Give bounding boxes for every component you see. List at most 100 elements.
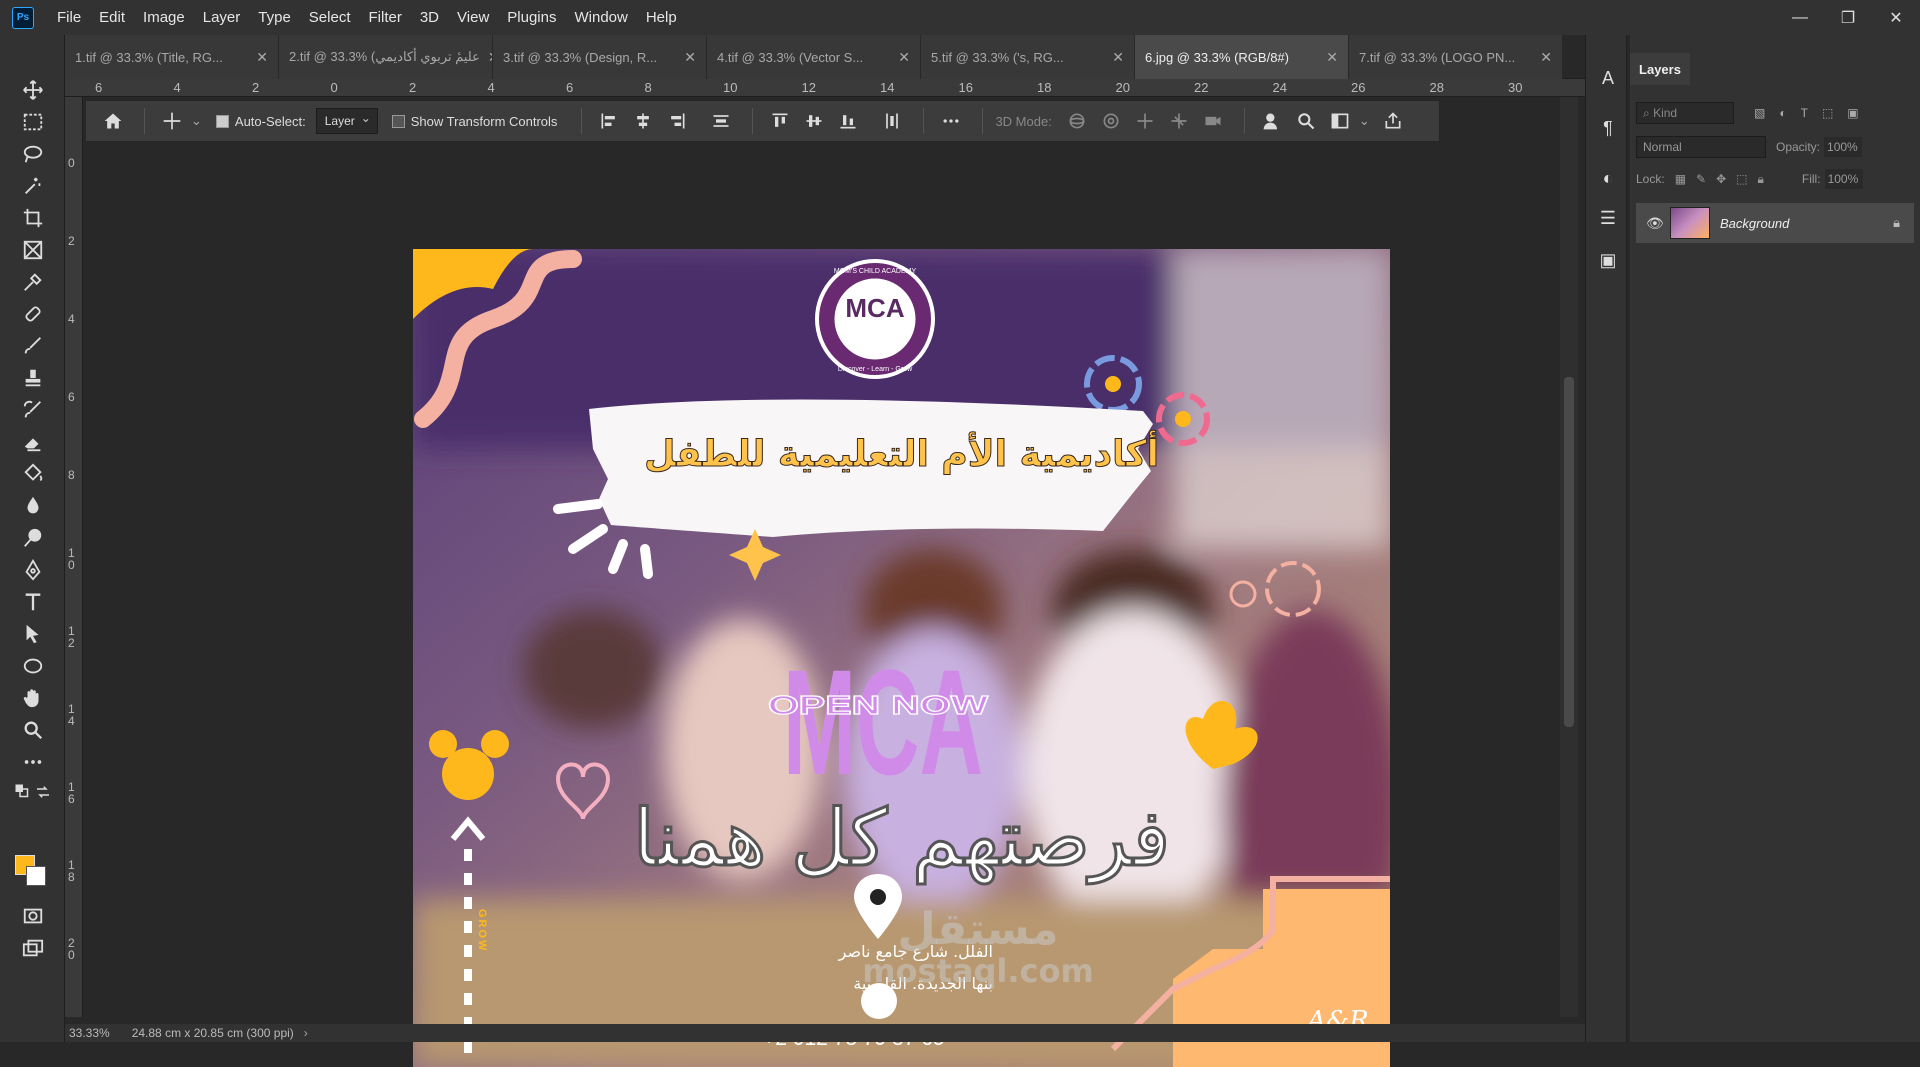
ruler-top[interactable]: 6 4 2 0 2 4 6 8 10 12 14 16 18 20 22 24 26 28 30 [65, 79, 1585, 97]
filter-pixel-icon[interactable]: ▧ [1754, 106, 1765, 120]
adjustments-panel-icon[interactable]: ◐ [1595, 165, 1621, 191]
swap-colors-icon[interactable] [34, 783, 52, 801]
ellipse-tool-icon[interactable] [16, 651, 50, 681]
close-icon[interactable]: ✕ [1112, 49, 1124, 66]
share-icon[interactable] [1378, 106, 1408, 136]
auto-select-checkbox[interactable] [215, 114, 229, 128]
menu-filter[interactable]: Filter [360, 0, 411, 35]
quick-mask-icon[interactable] [16, 901, 50, 931]
menu-edit[interactable]: Edit [90, 0, 134, 35]
layer-row-background[interactable]: 👁︎ Background 🔒︎ [1636, 203, 1914, 243]
opacity-input[interactable]: 100% [1824, 137, 1863, 157]
chevron-down-icon[interactable]: ⌄ [191, 113, 202, 129]
tab-3[interactable]: 3.tif @ 33.3% (Design, R... ✕ [493, 35, 707, 79]
align-center-icon[interactable] [628, 106, 658, 136]
frame-tool-icon[interactable] [16, 235, 50, 265]
minimize-icon[interactable]: — [1776, 0, 1824, 35]
lasso-tool-icon[interactable] [16, 139, 50, 169]
restore-icon[interactable]: ❐ [1824, 0, 1872, 35]
workspace-icon[interactable] [1325, 106, 1355, 136]
zoom-level[interactable]: 33.33% [69, 1026, 110, 1040]
chevron-down-icon[interactable]: ⌄ [1359, 113, 1370, 129]
ruler-left[interactable]: 0 2 4 6 8 10 12 14 16 18 20 [65, 97, 83, 1017]
close-icon[interactable]: ✕ [1326, 49, 1338, 66]
close-icon[interactable]: ✕ [1540, 49, 1552, 66]
tab-layers[interactable]: Layers [1630, 53, 1690, 85]
3d-slide-icon[interactable] [1164, 106, 1194, 136]
healing-brush-icon[interactable] [16, 299, 50, 329]
close-icon[interactable]: ✕ [684, 49, 696, 66]
close-icon[interactable]: ✕ [898, 49, 910, 66]
photoshop-logo-icon[interactable]: Ps [12, 6, 34, 29]
user-search-icon[interactable] [1257, 106, 1287, 136]
canvas-area[interactable]: MCA MOM'S CHILD ACADEMY Discover - Learn… [83, 97, 1560, 1067]
menu-file[interactable]: File [48, 0, 90, 35]
tab-7[interactable]: 7.tif @ 33.3% (LOGO PN... ✕ [1349, 35, 1563, 79]
distribute-vertical-icon[interactable] [877, 106, 907, 136]
menu-image[interactable]: Image [134, 0, 194, 35]
tab-6-active[interactable]: 6.jpg @ 33.3% (RGB/8#) ✕ [1135, 35, 1349, 79]
menu-window[interactable]: Window [565, 0, 636, 35]
lock-icon[interactable]: 🔒︎ [1893, 215, 1900, 231]
tab-1[interactable]: 1.tif @ 33.3% (Title, RG... ✕ [65, 35, 279, 79]
paint-bucket-icon[interactable] [16, 459, 50, 489]
vertical-scrollbar[interactable] [1560, 97, 1578, 1017]
paragraph-panel-icon[interactable]: ¶ [1595, 115, 1621, 141]
menu-help[interactable]: Help [637, 0, 686, 35]
kind-filter[interactable]: ⌕ Kind [1636, 102, 1734, 124]
lock-transparency-icon[interactable]: ▦ [1675, 172, 1686, 186]
eraser-tool-icon[interactable] [16, 427, 50, 457]
screen-mode-icon[interactable] [16, 933, 50, 963]
lock-pixels-icon[interactable]: ✎ [1696, 172, 1706, 186]
blend-mode-dropdown[interactable]: Normal [1636, 136, 1766, 158]
menu-3d[interactable]: 3D [411, 0, 448, 35]
hand-tool-icon[interactable] [16, 683, 50, 713]
home-icon[interactable] [98, 106, 128, 136]
filter-smart-icon[interactable]: ▣ [1847, 106, 1858, 120]
close-icon[interactable]: ✕ [1872, 0, 1920, 35]
crop-tool-icon[interactable] [16, 203, 50, 233]
lock-all-icon[interactable]: 🔒︎ [1758, 172, 1764, 187]
align-top-icon[interactable] [765, 106, 795, 136]
lock-position-icon[interactable]: ✥ [1716, 172, 1726, 186]
3d-camera-icon[interactable] [1198, 106, 1228, 136]
type-tool-icon[interactable] [16, 587, 50, 617]
show-transform-checkbox[interactable] [391, 114, 405, 128]
stamp-tool-icon[interactable] [16, 363, 50, 393]
align-left-icon[interactable] [594, 106, 624, 136]
menu-select[interactable]: Select [300, 0, 360, 35]
filter-shape-icon[interactable]: ⬚ [1822, 106, 1833, 120]
close-icon[interactable]: ✕ [256, 49, 268, 66]
scrollbar-thumb[interactable] [1564, 377, 1574, 727]
zoom-tool-icon[interactable] [16, 715, 50, 745]
move-tool-icon[interactable] [157, 106, 187, 136]
menu-view[interactable]: View [448, 0, 498, 35]
menu-type[interactable]: Type [249, 0, 300, 35]
filter-adjustment-icon[interactable]: ◐ [1779, 106, 1786, 120]
align-middle-icon[interactable] [799, 106, 829, 136]
path-selection-icon[interactable] [16, 619, 50, 649]
tab-5[interactable]: 5.tif @ 33.3% ('s, RG... ✕ [921, 35, 1135, 79]
menu-plugins[interactable]: Plugins [498, 0, 565, 35]
brush-tool-icon[interactable] [16, 331, 50, 361]
distribute-icon[interactable] [706, 106, 736, 136]
chevron-right-icon[interactable]: › [304, 1026, 308, 1040]
auto-select-dropdown[interactable]: Layer [315, 106, 378, 134]
menu-layer[interactable]: Layer [194, 0, 250, 35]
tab-4[interactable]: 4.tif @ 33.3% (Vector S... ✕ [707, 35, 921, 79]
character-panel-icon[interactable]: A [1595, 65, 1621, 91]
tab-2[interactable]: 2.tif @ 33.3% (علیمٔ تربوي أكاديمي✕ [279, 35, 493, 79]
magic-wand-icon[interactable] [16, 171, 50, 201]
3d-pan-icon[interactable] [1130, 106, 1160, 136]
search-icon[interactable] [1291, 106, 1321, 136]
align-bottom-icon[interactable] [833, 106, 863, 136]
history-brush-icon[interactable] [16, 395, 50, 425]
pen-tool-icon[interactable] [16, 555, 50, 585]
eyedropper-icon[interactable] [16, 267, 50, 297]
background-color-swatch[interactable] [26, 866, 46, 886]
blur-tool-icon[interactable] [16, 491, 50, 521]
more-tools-icon[interactable] [16, 747, 50, 777]
3d-orbit-icon[interactable] [1062, 106, 1092, 136]
properties-panel-icon[interactable]: ☰ [1595, 205, 1621, 231]
dodge-tool-icon[interactable] [16, 523, 50, 553]
